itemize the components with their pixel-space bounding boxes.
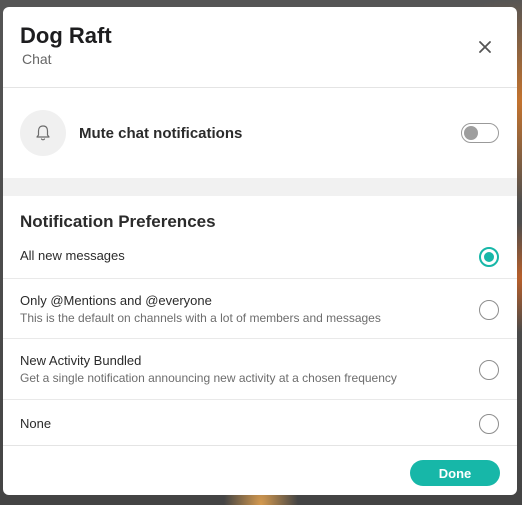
close-icon: [479, 41, 491, 53]
option-label: All new messages: [20, 248, 125, 263]
section-divider: [3, 178, 517, 196]
option-bundled[interactable]: New Activity Bundled Get a single notifi…: [3, 339, 517, 400]
option-label: None: [20, 416, 52, 431]
radio-none[interactable]: [479, 414, 499, 434]
close-button[interactable]: [475, 37, 495, 57]
preferences-heading-row: Notification Preferences: [3, 196, 517, 236]
mute-toggle[interactable]: [461, 123, 499, 143]
dialog-header: Dog Raft Chat: [3, 7, 517, 88]
dialog-subtitle: Chat: [22, 51, 52, 67]
option-none[interactable]: None: [3, 400, 517, 446]
radio-bundled[interactable]: [479, 360, 499, 380]
mute-label: Mute chat notifications: [79, 125, 243, 142]
bell-icon: [36, 125, 50, 141]
dialog-footer: Done: [3, 446, 517, 494]
option-mentions[interactable]: Only @Mentions and @everyone This is the…: [3, 279, 517, 339]
option-description: Get a single notification announcing new…: [20, 371, 397, 385]
dialog-title: Dog Raft: [20, 23, 112, 48]
option-description: This is the default on channels with a l…: [20, 311, 381, 325]
mute-row: Mute chat notifications: [3, 88, 517, 178]
done-button[interactable]: Done: [410, 460, 500, 486]
notification-settings-dialog: Dog Raft Chat Mute chat notifications No…: [3, 7, 517, 495]
option-all-messages[interactable]: All new messages: [3, 236, 517, 279]
toggle-knob: [464, 126, 478, 140]
option-label: New Activity Bundled: [20, 353, 142, 368]
radio-all-messages[interactable]: [479, 247, 499, 267]
preferences-heading: Notification Preferences: [20, 212, 216, 231]
radio-mentions[interactable]: [479, 300, 499, 320]
option-label: Only @Mentions and @everyone: [20, 293, 212, 308]
bell-icon-wrapper: [20, 110, 66, 156]
